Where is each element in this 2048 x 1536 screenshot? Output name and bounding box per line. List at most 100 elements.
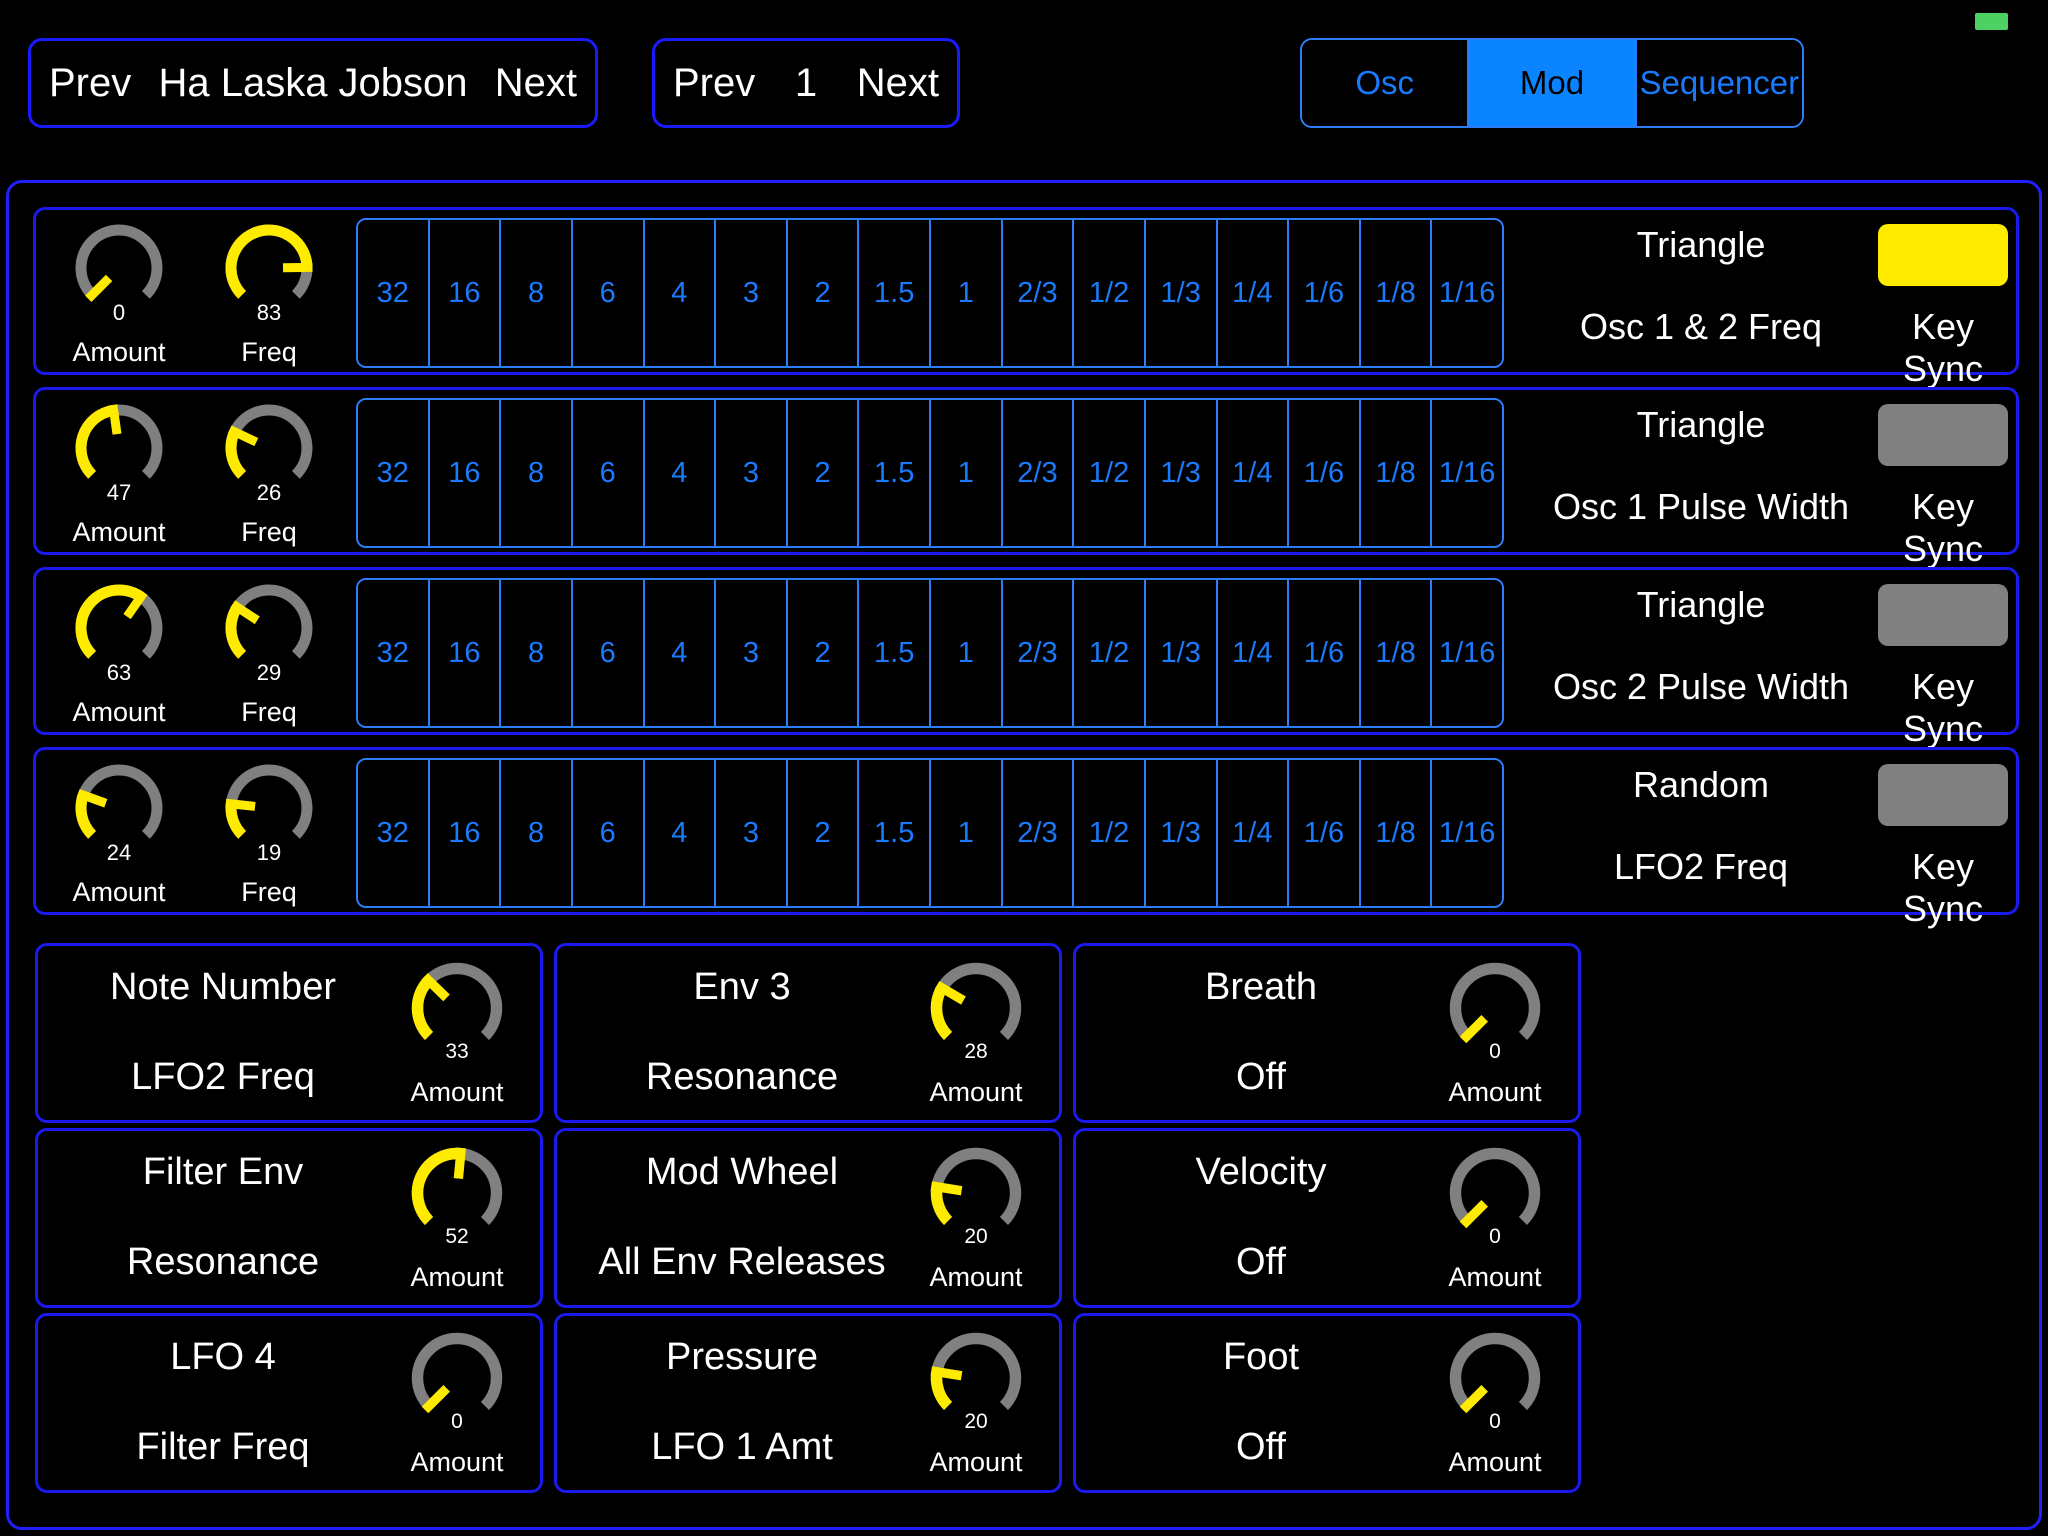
rate-division-1-16[interactable]: 1/16 [1432, 220, 1502, 366]
rate-division-1-3[interactable]: 1/3 [1146, 580, 1218, 726]
rate-division-1[interactable]: 1 [931, 580, 1003, 726]
mod-slot-9-source[interactable]: Foot [1076, 1336, 1446, 1379]
rate-division-4[interactable]: 4 [645, 400, 717, 546]
lfo-2-waveform[interactable]: Triangle [1516, 404, 1886, 446]
rate-division-1.5[interactable]: 1.5 [859, 760, 931, 906]
lfo-1-destination[interactable]: Osc 1 & 2 Freq [1516, 306, 1886, 348]
lfo-2-amount-knob[interactable]: 47Amount [44, 394, 194, 554]
mod-slot-7-destination[interactable]: Filter Freq [38, 1426, 408, 1469]
lfo-1-waveform[interactable]: Triangle [1516, 224, 1886, 266]
rate-division-8[interactable]: 8 [501, 400, 573, 546]
rate-division-1-16[interactable]: 1/16 [1432, 760, 1502, 906]
mod-slot-5-amount-knob[interactable]: 20Amount [901, 1137, 1051, 1297]
rate-division-8[interactable]: 8 [501, 220, 573, 366]
rate-division-1-16[interactable]: 1/16 [1432, 400, 1502, 546]
mod-slot-7-source[interactable]: LFO 4 [38, 1336, 408, 1379]
mod-slot-1-amount-knob[interactable]: 33Amount [382, 952, 532, 1112]
lfo-4-amount-knob[interactable]: 24Amount [44, 754, 194, 914]
mod-slot-2-destination[interactable]: Resonance [557, 1056, 927, 1099]
mod-slot-4-source[interactable]: Filter Env [38, 1151, 408, 1194]
mod-slot-1-destination[interactable]: LFO2 Freq [38, 1056, 408, 1099]
rate-division-3[interactable]: 3 [716, 220, 788, 366]
rate-division-2-3[interactable]: 2/3 [1003, 760, 1075, 906]
mod-slot-5-destination[interactable]: All Env Releases [557, 1241, 927, 1284]
tab-sequencer[interactable]: Sequencer [1637, 40, 1802, 126]
rate-division-4[interactable]: 4 [645, 580, 717, 726]
rate-division-1-8[interactable]: 1/8 [1361, 580, 1433, 726]
rate-division-32[interactable]: 32 [358, 220, 430, 366]
rate-division-1-2[interactable]: 1/2 [1074, 580, 1146, 726]
rate-division-2[interactable]: 2 [788, 220, 860, 366]
lfo-1-freq-knob[interactable]: 83Freq [194, 214, 344, 374]
rate-division-1.5[interactable]: 1.5 [859, 580, 931, 726]
rate-division-3[interactable]: 3 [716, 760, 788, 906]
rate-division-1-16[interactable]: 1/16 [1432, 580, 1502, 726]
lfo-2-destination[interactable]: Osc 1 Pulse Width [1516, 486, 1886, 528]
mod-slot-4-amount-knob[interactable]: 52Amount [382, 1137, 532, 1297]
rate-division-1-8[interactable]: 1/8 [1361, 220, 1433, 366]
rate-division-1-2[interactable]: 1/2 [1074, 760, 1146, 906]
lfo-2-freq-knob[interactable]: 26Freq [194, 394, 344, 554]
rate-division-16[interactable]: 16 [430, 580, 502, 726]
bank-number-value[interactable]: 1 [755, 63, 857, 103]
rate-division-2[interactable]: 2 [788, 760, 860, 906]
rate-division-2-3[interactable]: 2/3 [1003, 220, 1075, 366]
lfo-3-key-sync-toggle[interactable] [1878, 584, 2008, 646]
rate-division-8[interactable]: 8 [501, 760, 573, 906]
mod-slot-8-destination[interactable]: LFO 1 Amt [557, 1426, 927, 1469]
rate-division-1-6[interactable]: 1/6 [1289, 580, 1361, 726]
rate-division-3[interactable]: 3 [716, 580, 788, 726]
preset-name-value[interactable]: Ha Laska Jobson [131, 63, 495, 103]
rate-division-1-8[interactable]: 1/8 [1361, 400, 1433, 546]
rate-division-1-2[interactable]: 1/2 [1074, 220, 1146, 366]
rate-division-6[interactable]: 6 [573, 220, 645, 366]
rate-division-16[interactable]: 16 [430, 760, 502, 906]
lfo-4-freq-knob[interactable]: 19Freq [194, 754, 344, 914]
lfo-3-freq-knob[interactable]: 29Freq [194, 574, 344, 734]
rate-division-1.5[interactable]: 1.5 [859, 400, 931, 546]
mod-slot-8-amount-knob[interactable]: 20Amount [901, 1322, 1051, 1482]
rate-division-1-2[interactable]: 1/2 [1074, 400, 1146, 546]
lfo-2-key-sync-toggle[interactable] [1878, 404, 2008, 466]
rate-division-32[interactable]: 32 [358, 580, 430, 726]
rate-division-16[interactable]: 16 [430, 220, 502, 366]
rate-division-1[interactable]: 1 [931, 220, 1003, 366]
mod-slot-1-source[interactable]: Note Number [38, 966, 408, 1009]
rate-division-32[interactable]: 32 [358, 400, 430, 546]
mod-slot-4-destination[interactable]: Resonance [38, 1241, 408, 1284]
rate-division-2[interactable]: 2 [788, 580, 860, 726]
lfo-3-amount-knob[interactable]: 63Amount [44, 574, 194, 734]
preset-next-button[interactable]: Next [495, 63, 577, 103]
mod-slot-3-source[interactable]: Breath [1076, 966, 1446, 1009]
rate-division-1-3[interactable]: 1/3 [1146, 220, 1218, 366]
lfo-3-waveform[interactable]: Triangle [1516, 584, 1886, 626]
rate-division-6[interactable]: 6 [573, 580, 645, 726]
rate-division-1-4[interactable]: 1/4 [1218, 220, 1290, 366]
lfo-3-destination[interactable]: Osc 2 Pulse Width [1516, 666, 1886, 708]
bank-prev-button[interactable]: Prev [673, 63, 755, 103]
rate-division-1[interactable]: 1 [931, 400, 1003, 546]
rate-division-1-6[interactable]: 1/6 [1289, 760, 1361, 906]
rate-division-1.5[interactable]: 1.5 [859, 220, 931, 366]
rate-division-3[interactable]: 3 [716, 400, 788, 546]
rate-division-16[interactable]: 16 [430, 400, 502, 546]
mod-slot-9-destination[interactable]: Off [1076, 1426, 1446, 1469]
rate-division-1-4[interactable]: 1/4 [1218, 760, 1290, 906]
tab-osc[interactable]: Osc [1302, 40, 1469, 126]
rate-division-2-3[interactable]: 2/3 [1003, 400, 1075, 546]
mod-slot-6-amount-knob[interactable]: 0Amount [1420, 1137, 1570, 1297]
rate-division-1-3[interactable]: 1/3 [1146, 400, 1218, 546]
lfo-4-waveform[interactable]: Random [1516, 764, 1886, 806]
rate-division-1-6[interactable]: 1/6 [1289, 220, 1361, 366]
mod-slot-5-source[interactable]: Mod Wheel [557, 1151, 927, 1194]
rate-division-1-8[interactable]: 1/8 [1361, 760, 1433, 906]
rate-division-4[interactable]: 4 [645, 220, 717, 366]
rate-division-1-3[interactable]: 1/3 [1146, 760, 1218, 906]
mod-slot-8-source[interactable]: Pressure [557, 1336, 927, 1379]
rate-division-6[interactable]: 6 [573, 400, 645, 546]
mod-slot-2-amount-knob[interactable]: 28Amount [901, 952, 1051, 1112]
rate-division-8[interactable]: 8 [501, 580, 573, 726]
tab-mod[interactable]: Mod [1469, 40, 1636, 126]
rate-division-1[interactable]: 1 [931, 760, 1003, 906]
lfo-1-key-sync-toggle[interactable] [1878, 224, 2008, 286]
